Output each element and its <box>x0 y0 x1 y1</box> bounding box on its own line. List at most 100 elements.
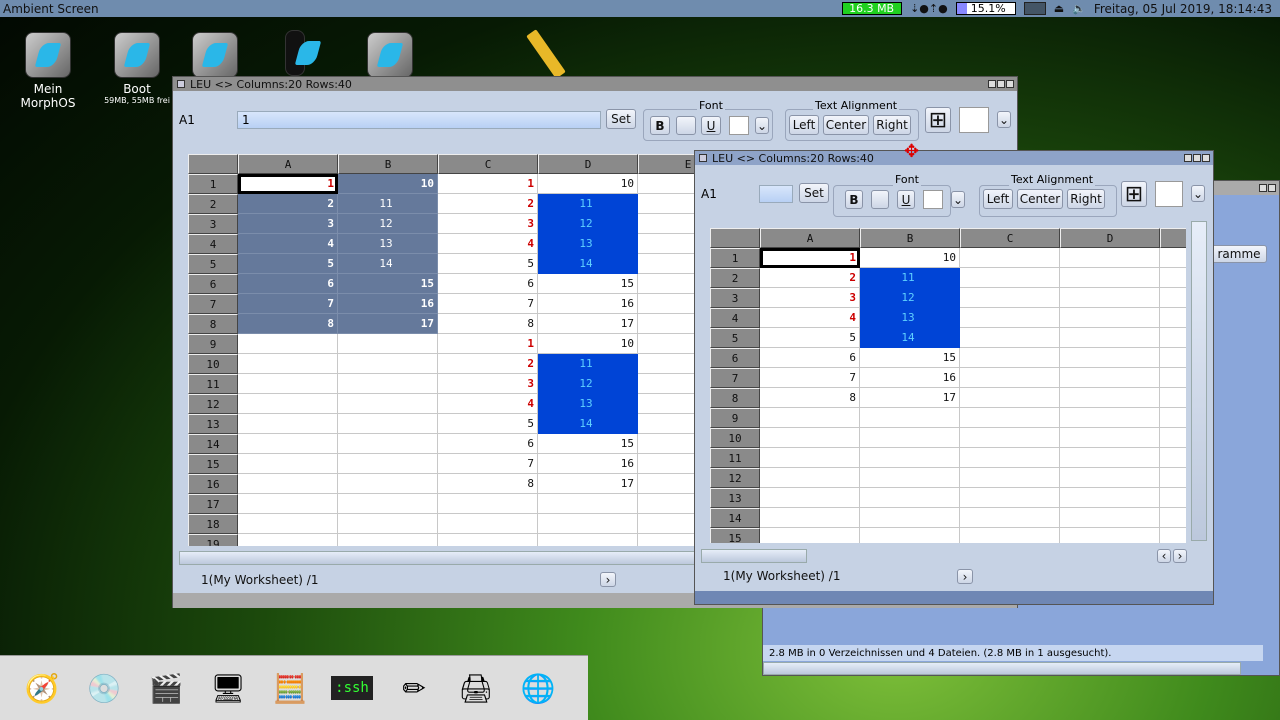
desktop-icon-boot[interactable]: Boot 59MB, 55MB frei <box>97 32 177 105</box>
programs-button[interactable]: ramme <box>1211 245 1267 263</box>
row-header[interactable]: 7 <box>710 368 760 388</box>
table-cell[interactable]: 12 <box>338 214 438 234</box>
table-cell[interactable] <box>238 534 338 546</box>
table-cell[interactable]: 7 <box>238 294 338 314</box>
table-cell[interactable] <box>960 528 1060 543</box>
table-cell[interactable] <box>760 448 860 468</box>
globe-icon[interactable]: 🌐 <box>510 660 566 716</box>
color-dropdown[interactable]: ⌄ <box>1191 185 1205 202</box>
desktop-icon-drive-2[interactable] <box>350 32 430 82</box>
table-cell[interactable]: 17 <box>860 388 960 408</box>
zoom-button[interactable] <box>997 80 1005 88</box>
table-cell[interactable] <box>1160 508 1186 528</box>
table-cell[interactable] <box>860 428 960 448</box>
table-cell[interactable] <box>338 514 438 534</box>
color-dropdown[interactable]: ⌄ <box>997 111 1011 128</box>
table-cell[interactable] <box>338 414 438 434</box>
table-cell[interactable] <box>338 494 438 514</box>
cell-input[interactable] <box>759 185 793 203</box>
table-cell[interactable]: 12 <box>860 288 960 308</box>
table-cell[interactable] <box>238 354 338 374</box>
table-cell[interactable]: 16 <box>538 294 638 314</box>
table-cell[interactable] <box>238 514 338 534</box>
column-header[interactable]: C <box>960 228 1060 248</box>
table-cell[interactable] <box>860 508 960 528</box>
table-cell[interactable] <box>338 474 438 494</box>
table-cell[interactable]: 6 <box>438 274 538 294</box>
table-cell[interactable]: 11 <box>860 268 960 288</box>
table-cell[interactable] <box>1160 528 1186 543</box>
row-header[interactable]: 17 <box>188 494 238 514</box>
column-header[interactable]: D <box>538 154 638 174</box>
table-cell[interactable]: 10 <box>538 174 638 194</box>
table-cell[interactable] <box>238 374 338 394</box>
table-cell[interactable]: 11 <box>538 354 638 374</box>
table-cell[interactable]: 16 <box>860 368 960 388</box>
depth-button[interactable] <box>1006 80 1014 88</box>
table-cell[interactable] <box>338 334 438 354</box>
table-cell[interactable]: 10 <box>338 174 438 194</box>
row-header[interactable]: 13 <box>188 414 238 434</box>
font-dropdown[interactable]: ⌄ <box>755 117 769 134</box>
table-cell[interactable] <box>1160 368 1186 388</box>
table-cell[interactable]: 10 <box>860 248 960 268</box>
table-cell[interactable] <box>1160 308 1186 328</box>
table-cell[interactable] <box>1060 508 1160 528</box>
align-center-button[interactable]: Center <box>1017 189 1063 209</box>
column-header[interactable]: D <box>1060 228 1160 248</box>
set-button[interactable]: Set <box>606 109 636 129</box>
row-header[interactable]: 15 <box>188 454 238 474</box>
table-cell[interactable] <box>238 474 338 494</box>
table-cell[interactable]: 12 <box>538 374 638 394</box>
underline-button[interactable]: U <box>897 190 915 209</box>
compass-icon[interactable]: 🧭 <box>14 660 70 716</box>
printer-icon[interactable]: 🖨 <box>448 660 504 716</box>
desktop-icon-film[interactable] <box>255 30 335 80</box>
table-cell[interactable] <box>238 454 338 474</box>
monitor-icon[interactable]: 🖥 <box>200 660 256 716</box>
row-header[interactable]: 4 <box>188 234 238 254</box>
row-header[interactable]: 6 <box>710 348 760 368</box>
table-cell[interactable]: 1 <box>438 174 538 194</box>
row-header[interactable]: 12 <box>188 394 238 414</box>
table-cell[interactable] <box>960 308 1060 328</box>
table-cell[interactable] <box>960 368 1060 388</box>
table-cell[interactable] <box>1160 328 1186 348</box>
ssh-terminal-icon[interactable]: :ssh <box>324 660 380 716</box>
table-cell[interactable]: 2 <box>438 354 538 374</box>
row-header[interactable]: 6 <box>188 274 238 294</box>
table-cell[interactable] <box>238 494 338 514</box>
volume-icon[interactable]: 🔈 <box>1072 2 1086 15</box>
table-cell[interactable] <box>338 354 438 374</box>
close-button[interactable] <box>177 80 185 88</box>
row-header[interactable]: 8 <box>710 388 760 408</box>
table-cell[interactable] <box>760 468 860 488</box>
desktop-icon-morphos[interactable]: Mein MorphOS <box>8 32 88 110</box>
table-cell[interactable] <box>1060 408 1160 428</box>
row-header[interactable]: 10 <box>710 428 760 448</box>
table-cell[interactable] <box>1060 348 1160 368</box>
table-cell[interactable] <box>1060 528 1160 543</box>
table-cell[interactable] <box>860 528 960 543</box>
eject-icon[interactable]: ⏏ <box>1054 2 1064 15</box>
pencil-icon[interactable]: ✏ <box>386 660 442 716</box>
table-cell[interactable] <box>960 388 1060 408</box>
table-cell[interactable]: 17 <box>338 314 438 334</box>
table-cell[interactable]: 4 <box>238 234 338 254</box>
row-header[interactable]: 3 <box>188 214 238 234</box>
table-cell[interactable] <box>960 248 1060 268</box>
italic-button[interactable] <box>871 190 889 209</box>
table-cell[interactable]: 14 <box>338 254 438 274</box>
cell-color-swatch[interactable] <box>1155 181 1183 207</box>
column-header[interactable]: A <box>238 154 338 174</box>
table-cell[interactable]: 2 <box>438 194 538 214</box>
row-header[interactable]: 11 <box>710 448 760 468</box>
italic-button[interactable] <box>676 116 696 135</box>
table-cell[interactable]: 15 <box>538 434 638 454</box>
table-cell[interactable]: 4 <box>760 308 860 328</box>
row-header[interactable]: 14 <box>710 508 760 528</box>
table-cell[interactable] <box>1160 348 1186 368</box>
table-cell[interactable] <box>1160 268 1186 288</box>
table-cell[interactable] <box>1060 488 1160 508</box>
table-cell[interactable]: 13 <box>860 308 960 328</box>
